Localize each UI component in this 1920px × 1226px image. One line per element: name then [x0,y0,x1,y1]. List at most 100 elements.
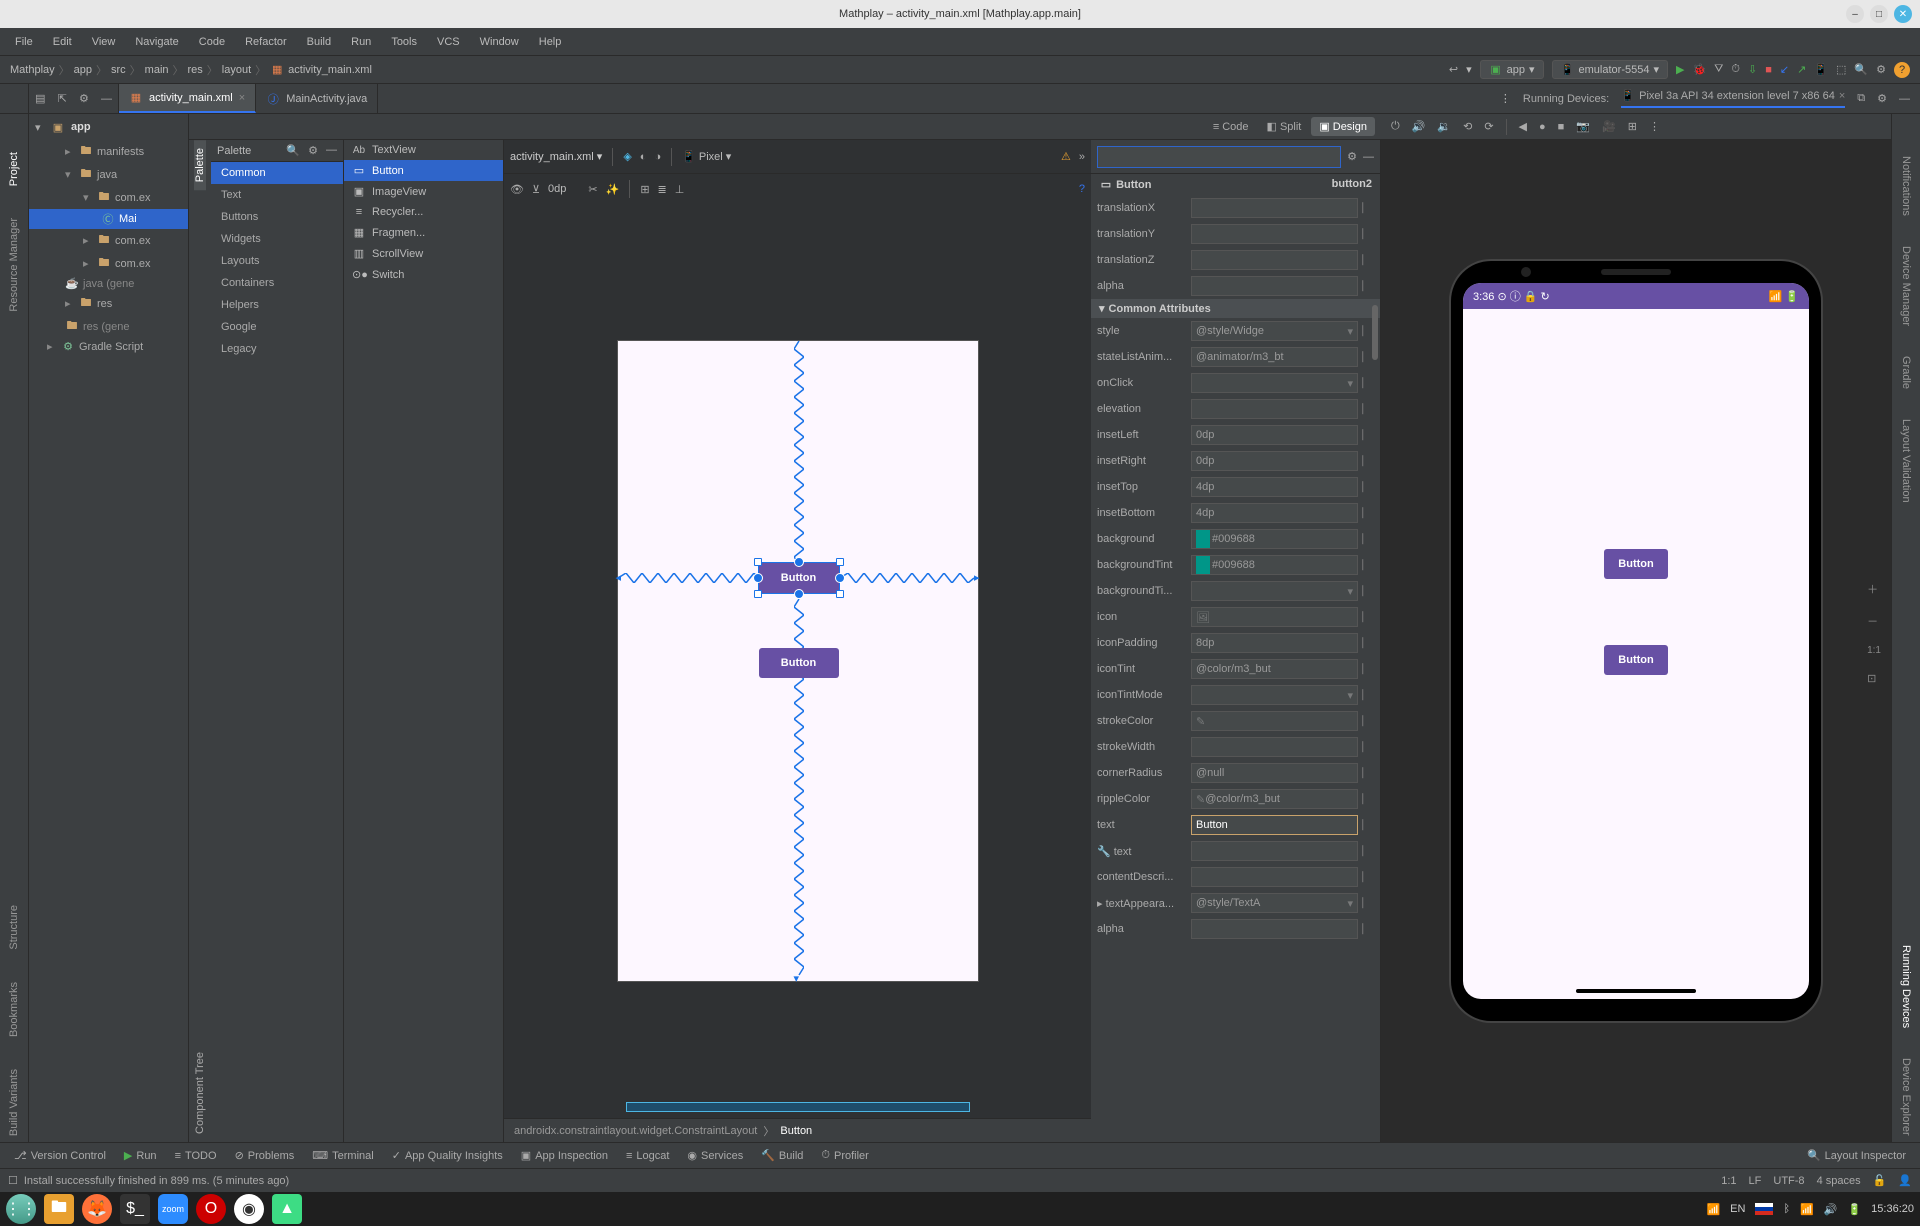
tray-icon[interactable]: 📶 [1706,1203,1720,1216]
attr-more-icon[interactable]: ⎸ [1362,559,1374,572]
collapse-icon[interactable]: ▾ [35,121,45,134]
attr-more-icon[interactable]: ⎸ [1362,923,1374,936]
window-close-button[interactable]: ✕ [1894,5,1912,23]
crumb[interactable]: main [145,64,169,76]
vcs-commit-button[interactable]: ↗ [1797,63,1806,76]
attach-debugger-button[interactable]: ⇩ [1748,63,1757,76]
attr-more-icon[interactable]: ⎸ [1362,793,1374,806]
rotate-right-icon[interactable]: ⟳ [1484,120,1493,133]
pack-icon[interactable]: ⊞ [640,183,649,196]
terminal-icon[interactable]: $_ [120,1194,150,1224]
zoom-fit-button[interactable]: 1:1 [1867,645,1881,656]
design-view-button[interactable]: ▣Design [1311,117,1375,136]
attr-more-icon[interactable]: ⎸ [1362,585,1374,598]
window-maximize-button[interactable]: □ [1870,5,1888,23]
attr-value-field[interactable]: @null [1191,763,1358,783]
menu-edit[interactable]: Edit [44,33,81,51]
attr-more-icon[interactable]: ⎸ [1362,455,1374,468]
rotate-left-icon[interactable]: ⟲ [1463,120,1472,133]
palette-category-widgets[interactable]: Widgets [211,228,343,250]
project-root-label[interactable]: app [71,121,91,133]
rail-resource-manager[interactable]: Resource Manager [8,212,20,318]
close-icon[interactable]: × [1839,90,1845,102]
attr-value-field[interactable]: @style/TextA▾ [1191,893,1358,913]
canvas-button-selected[interactable]: Button [759,563,839,593]
gear-icon[interactable]: ⚙ [1347,150,1357,163]
tree-item-selected[interactable]: ⒸMai [29,209,188,229]
palette-item-fragment[interactable]: ▦Fragmen... [344,222,503,243]
bottom-problems[interactable]: ⊘ Problems [227,1147,303,1164]
attr-more-icon[interactable]: ⎸ [1362,481,1374,494]
crumb[interactable]: layout [222,64,251,76]
palette-item-button[interactable]: ▭Button [344,160,503,181]
attr-value-field[interactable]: 8dp [1191,633,1358,653]
rail-running-devices[interactable]: Running Devices [1900,939,1912,1034]
palette-item-switch[interactable]: ⊙●Switch [344,264,503,285]
bottom-vcs[interactable]: ⎇ Version Control [6,1147,114,1164]
caret-position[interactable]: 1:1 [1721,1175,1736,1187]
readonly-icon[interactable]: 🔓 [1873,1174,1887,1187]
menu-refactor[interactable]: Refactor [236,33,296,51]
attr-value-field[interactable]: 0dp [1191,451,1358,471]
menu-help[interactable]: Help [530,33,571,51]
bottom-todo[interactable]: ≡ TODO [167,1148,225,1164]
attr-value-field[interactable]: ▾ [1191,581,1358,601]
tree-item[interactable]: ▾🖿com.ex [29,186,188,209]
project-toggle-icon[interactable]: ▤ [35,92,45,105]
device-preview-selector[interactable]: 📱 Pixel ▾ [682,150,731,163]
screenshot-icon[interactable]: 📷 [1576,120,1590,133]
firefox-icon[interactable]: 🦊 [82,1194,112,1224]
palette-category-containers[interactable]: Containers [211,272,343,294]
attr-section-common[interactable]: ▾Common Attributes [1091,299,1380,318]
bottom-logcat[interactable]: ≡ Logcat [618,1148,677,1164]
attr-value-field[interactable]: @color/m3_but [1191,659,1358,679]
attr-value-field[interactable]: ✎ @color/m3_but [1191,789,1358,809]
clear-constraints-icon[interactable]: ✂ [588,183,597,196]
palette-category-layouts[interactable]: Layouts [211,250,343,272]
design-surface-icon[interactable]: ◈ [623,150,631,163]
display-settings-icon[interactable]: ⊞ [1628,120,1637,133]
open-in-new-window-icon[interactable]: ⧉ [1857,92,1865,105]
tree-item[interactable]: ▸🖿manifests [29,140,188,163]
tab-activity-main-xml[interactable]: ▦ activity_main.xml × [119,84,256,113]
guideline-icon[interactable]: ⊥ [675,183,685,196]
tree-item[interactable]: 🖿res (gene [29,315,188,338]
status-toggle-icon[interactable]: ☐ [8,1174,18,1187]
crumb[interactable]: Mathplay [10,64,55,76]
palette-category-helpers[interactable]: Helpers [211,294,343,316]
navigation-bar-handle[interactable] [1576,989,1696,993]
attributes-search-input[interactable] [1097,146,1341,168]
opera-icon[interactable]: O [196,1194,226,1224]
eye-icon[interactable]: 👁 [510,183,524,196]
attributes-list[interactable]: translationX⎸ translationY⎸ translationZ… [1091,195,1380,1142]
menu-window[interactable]: Window [471,33,528,51]
hide-icon[interactable]: — [101,93,112,105]
run-button[interactable]: ▶ [1676,63,1684,76]
bottom-layout-inspector[interactable]: 🔍 Layout Inspector [1799,1147,1914,1164]
bottom-services[interactable]: ◉ Services [679,1147,751,1164]
attr-more-icon[interactable]: ⎸ [1362,533,1374,546]
bottom-profiler[interactable]: ⏱ Profiler [813,1147,876,1164]
attr-more-icon[interactable]: ⎸ [1362,637,1374,650]
attr-more-icon[interactable]: ⎸ [1362,897,1374,910]
palette-category-legacy[interactable]: Legacy [211,338,343,360]
attr-more-icon[interactable]: ⎸ [1362,403,1374,416]
menu-build[interactable]: Build [298,33,340,51]
zoom-out-button[interactable]: － [1867,613,1881,629]
palette-category-buttons[interactable]: Buttons [211,206,343,228]
rail-gradle[interactable]: Gradle [1900,350,1912,395]
warning-icon[interactable]: ⚠ [1061,150,1071,163]
design-surface[interactable]: ◂ ▸ ▾ Button Button [504,204,1091,1118]
attr-more-icon[interactable]: ⎸ [1362,767,1374,780]
coverage-button[interactable]: ⛛ [1714,63,1723,76]
orientation-icon[interactable]: ◐ [640,151,647,163]
attr-value-field[interactable]: 4dp [1191,503,1358,523]
palette-item-scrollview[interactable]: ▥ScrollView [344,243,503,264]
tree-item[interactable]: ▸🖿com.ex [29,252,188,275]
crumb[interactable]: activity_main.xml [288,64,372,76]
zoom-reset-button[interactable]: ⊡ [1867,672,1881,685]
search-everywhere-button[interactable]: 🔍 [1854,63,1868,76]
attr-value-field[interactable]: ▾ [1191,373,1358,393]
avd-manager-button[interactable]: 📱 [1814,63,1828,76]
attr-value-field[interactable]: Button [1191,815,1358,835]
